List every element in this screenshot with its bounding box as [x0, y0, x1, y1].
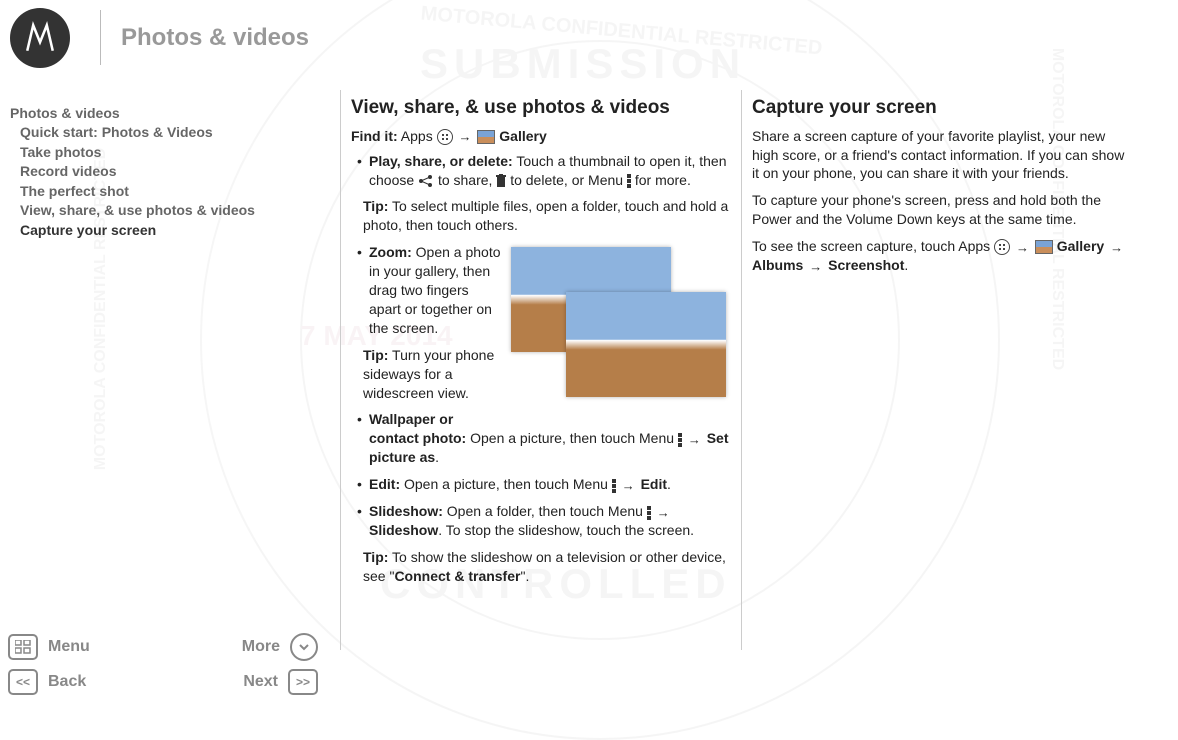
find-it-line: Find it: Apps → Gallery: [351, 127, 731, 146]
menu-button[interactable]: [8, 634, 38, 660]
bullet-edit: Edit: Open a picture, then touch Menu → …: [357, 475, 731, 494]
more-button[interactable]: [290, 633, 318, 661]
menu-icon: [612, 479, 616, 493]
capture-howto: To capture your phone's screen, press an…: [752, 191, 1132, 229]
back-button[interactable]: <<: [8, 669, 38, 695]
bullet-zoom: Zoom: Open a photo in your gallery, then…: [357, 243, 731, 337]
double-chevron-right-icon: >>: [296, 675, 310, 689]
grid-icon: [15, 640, 31, 654]
header: Photos & videos: [0, 0, 1178, 75]
col2-heading: Capture your screen: [752, 95, 1132, 121]
arrow-icon: →: [807, 258, 824, 276]
share-icon: [418, 175, 434, 187]
more-label: More: [242, 638, 280, 656]
nav-item-quickstart[interactable]: Quick start: Photos & Videos: [20, 123, 330, 143]
motorola-m-icon: [23, 21, 57, 55]
menu-icon: [678, 433, 682, 447]
bullet-slideshow: Slideshow: Open a folder, then touch Men…: [357, 502, 731, 540]
bullet-play-share-delete: Play, share, or delete: Touch a thumbnai…: [357, 152, 731, 190]
arrow-icon: →: [1014, 239, 1031, 257]
menu-icon: [627, 174, 631, 188]
double-chevron-left-icon: <<: [16, 675, 30, 689]
chevron-down-icon: [298, 641, 310, 653]
nav-item-record-videos[interactable]: Record videos: [20, 162, 330, 182]
back-label: Back: [48, 673, 86, 691]
arrow-icon: →: [655, 504, 672, 522]
arrow-icon: →: [1108, 239, 1125, 257]
capture-intro: Share a screen capture of your favorite …: [752, 127, 1132, 184]
apps-icon: [994, 239, 1010, 255]
nav-item-view-share[interactable]: View, share, & use photos & videos: [20, 201, 330, 221]
gallery-icon: [477, 130, 495, 144]
bullet-wallpaper: Wallpaper or contact photo: Open a pictu…: [357, 410, 731, 467]
capture-view: To see the screen capture, touch Apps → …: [752, 237, 1132, 275]
arrow-icon: →: [620, 477, 637, 495]
motorola-logo: [10, 8, 70, 68]
gallery-icon: [1035, 240, 1053, 254]
trash-icon: [496, 174, 506, 188]
nav-item-capture-screen[interactable]: Capture your screen: [20, 221, 330, 241]
next-label: Next: [243, 673, 278, 691]
arrow-icon: →: [686, 431, 703, 449]
header-divider: [100, 10, 101, 65]
nav-section-title[interactable]: Photos & videos: [10, 105, 330, 121]
tip-multiselect: Tip: To select multiple files, open a fo…: [351, 197, 731, 235]
bottom-nav: Menu More << Back Next >>: [8, 633, 328, 703]
col1-heading: View, share, & use photos & videos: [351, 95, 731, 121]
nav-item-take-photos[interactable]: Take photos: [20, 143, 330, 163]
sidebar-nav: Photos & videos Quick start: Photos & Vi…: [0, 75, 340, 650]
apps-icon: [437, 129, 453, 145]
menu-label: Menu: [48, 638, 90, 656]
next-button[interactable]: >>: [288, 669, 318, 695]
column-capture-screen: Capture your screen Share a screen captu…: [742, 75, 1142, 650]
column-view-share: View, share, & use photos & videos Find …: [341, 75, 741, 650]
menu-icon: [647, 506, 651, 520]
arrow-icon: →: [456, 128, 473, 146]
page-title: Photos & videos: [121, 24, 309, 52]
tip-slideshow-tv: Tip: To show the slideshow on a televisi…: [351, 548, 731, 586]
nav-item-perfect-shot[interactable]: The perfect shot: [20, 182, 330, 202]
